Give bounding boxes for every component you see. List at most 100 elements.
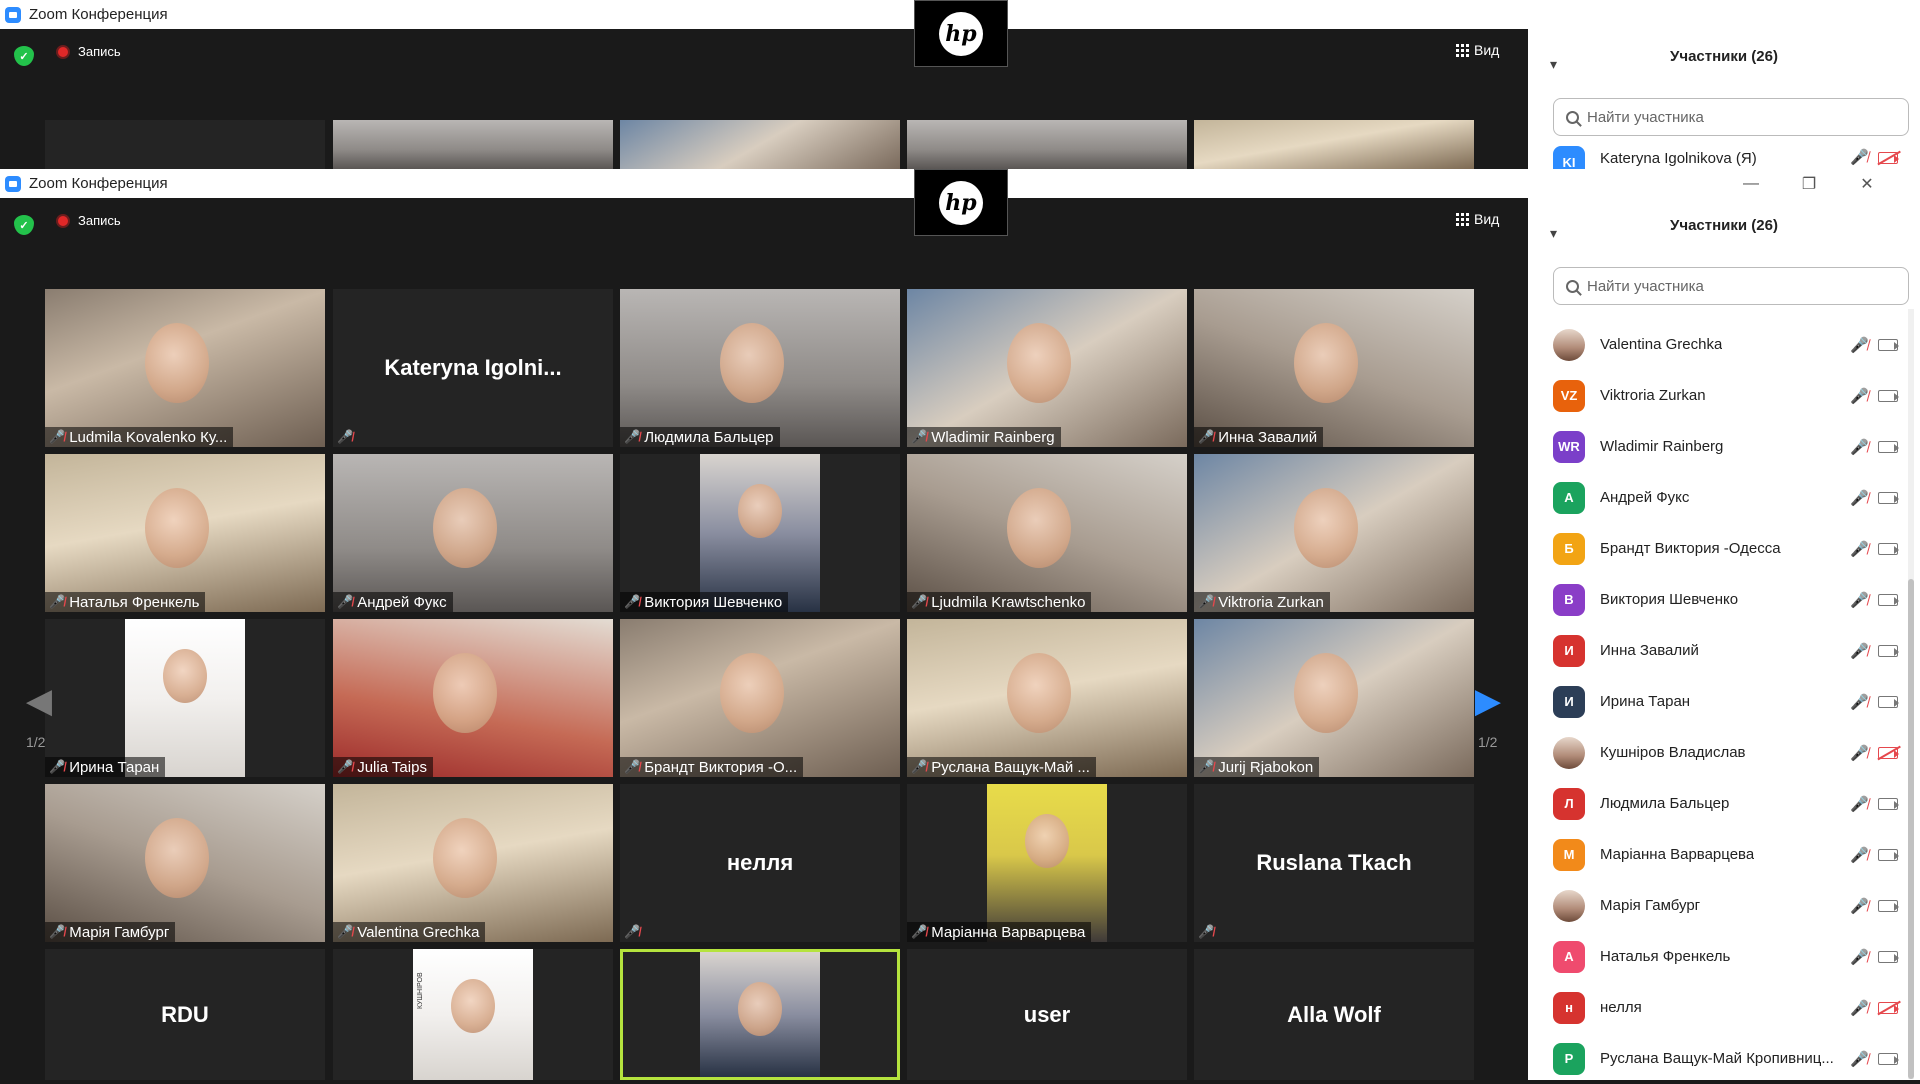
mic-muted-icon[interactable]: 🎤̸ bbox=[1850, 948, 1869, 966]
video-tile[interactable]: Ruslana Tkach 🎤̸ bbox=[1194, 784, 1474, 942]
participant-row[interactable]: Р Руслана Ващук-Май Кропивниц... 🎤̸ bbox=[1528, 1033, 1908, 1084]
mic-muted-icon: 🎤̸ bbox=[49, 429, 66, 444]
mic-muted-icon[interactable]: 🎤̸ bbox=[1850, 642, 1869, 660]
video-tile[interactable] bbox=[620, 120, 900, 169]
mic-muted-icon[interactable]: 🎤̸ bbox=[1850, 744, 1869, 762]
camera-icon[interactable] bbox=[1878, 1052, 1899, 1065]
mic-muted-icon[interactable]: 🎤̸ bbox=[1850, 540, 1869, 558]
camera-icon[interactable] bbox=[1878, 644, 1899, 657]
video-tile[interactable]: 🎤̸ Руслана Ващук-Май ... bbox=[907, 619, 1187, 777]
previous-page-arrow-icon[interactable]: ◀ bbox=[20, 679, 58, 723]
video-tile[interactable]: 🎤̸ Андрей Фукс bbox=[333, 454, 613, 612]
participant-row[interactable]: А Наталья Френкель 🎤̸ bbox=[1528, 931, 1908, 982]
video-tile[interactable]: КУШНІРОВ bbox=[333, 949, 613, 1080]
video-tile[interactable]: нелля 🎤̸ bbox=[620, 784, 900, 942]
mic-muted-icon[interactable]: 🎤̸ bbox=[1850, 438, 1869, 456]
mic-muted-icon[interactable]: 🎤̸ bbox=[1850, 1050, 1869, 1068]
video-tile[interactable] bbox=[333, 120, 613, 169]
participant-name: Людмила Бальцер bbox=[1600, 795, 1730, 812]
participant-row[interactable]: Б Брандт Виктория -Одесса 🎤̸ bbox=[1528, 523, 1908, 574]
video-tile[interactable]: user bbox=[907, 949, 1187, 1080]
participant-face bbox=[433, 488, 497, 568]
video-tile[interactable]: 🎤̸ Ирина Таран bbox=[45, 619, 325, 777]
video-tile[interactable] bbox=[45, 120, 325, 169]
view-button[interactable]: Вид bbox=[1456, 42, 1499, 58]
page-indicator-right: 1/2 bbox=[1478, 734, 1498, 750]
mic-muted-icon[interactable]: 🎤̸ bbox=[1850, 489, 1869, 507]
camera-icon[interactable] bbox=[1878, 899, 1899, 912]
camera-icon[interactable] bbox=[1878, 695, 1899, 708]
mic-muted-icon[interactable]: 🎤̸ bbox=[1850, 591, 1869, 609]
video-tile[interactable]: 🎤̸ Jurij Rjabokon bbox=[1194, 619, 1474, 777]
view-button[interactable]: Вид bbox=[1456, 211, 1499, 227]
participant-name: Руслана Ващук-Май ... bbox=[931, 758, 1090, 776]
video-tile[interactable]: Kateryna Igolni... 🎤̸ bbox=[333, 289, 613, 447]
recording-indicator[interactable]: Запись bbox=[56, 213, 121, 228]
video-tile[interactable]: 🎤̸ Маріанна Варварцева bbox=[907, 784, 1187, 942]
video-tile[interactable]: 🎤̸ Wladimir Rainberg bbox=[907, 289, 1187, 447]
participant-row[interactable]: И Ирина Таран 🎤̸ bbox=[1528, 676, 1908, 727]
restore-icon[interactable]: ❐ bbox=[1781, 169, 1837, 198]
camera-icon[interactable] bbox=[1878, 491, 1899, 504]
participant-row[interactable]: Кушніров Владислав 🎤̸ bbox=[1528, 727, 1908, 778]
video-tile[interactable]: 🎤̸ Людмила Бальцер bbox=[620, 289, 900, 447]
close-icon[interactable]: ✕ bbox=[1839, 169, 1895, 198]
video-tile[interactable]: RDU bbox=[45, 949, 325, 1080]
camera-icon[interactable] bbox=[1878, 440, 1899, 453]
mic-muted-icon[interactable]: 🎤̸ bbox=[1850, 846, 1869, 864]
minimize-icon[interactable]: — bbox=[1723, 169, 1779, 198]
camera-icon[interactable] bbox=[1878, 797, 1899, 810]
video-tile[interactable] bbox=[907, 120, 1187, 169]
video-tile[interactable]: 🎤̸ Брандт Виктория -О... bbox=[620, 619, 900, 777]
security-shield-icon[interactable]: ✓ bbox=[14, 215, 34, 235]
mic-muted-icon[interactable]: 🎤̸ bbox=[1850, 795, 1869, 813]
video-tile[interactable]: 🎤̸ Инна Завалий bbox=[1194, 289, 1474, 447]
mic-muted-icon[interactable]: 🎤̸ bbox=[1850, 999, 1869, 1017]
mic-muted-icon[interactable]: 🎤̸ bbox=[1850, 148, 1869, 166]
scrollbar-thumb[interactable] bbox=[1908, 579, 1914, 1079]
participant-row[interactable]: Valentina Grechka 🎤̸ bbox=[1528, 319, 1908, 370]
camera-icon[interactable] bbox=[1878, 338, 1899, 351]
camera-icon[interactable] bbox=[1878, 593, 1899, 606]
security-shield-icon[interactable]: ✓ bbox=[14, 46, 34, 66]
video-tile[interactable]: 🎤̸ Julia Taips bbox=[333, 619, 613, 777]
next-page-arrow-icon[interactable]: ▶ bbox=[1469, 679, 1507, 723]
video-tile[interactable] bbox=[1194, 120, 1474, 169]
camera-off-icon[interactable] bbox=[1878, 152, 1899, 164]
participant-row[interactable]: А Андрей Фукс 🎤̸ bbox=[1528, 472, 1908, 523]
video-tile[interactable]: 🎤̸ Valentina Grechka bbox=[333, 784, 613, 942]
participant-row[interactable]: В Виктория Шевченко 🎤̸ bbox=[1528, 574, 1908, 625]
participant-row[interactable]: Л Людмила Бальцер 🎤̸ bbox=[1528, 778, 1908, 829]
camera-icon[interactable] bbox=[1878, 848, 1899, 861]
video-tile[interactable]: 🎤̸ Виктория Шевченко bbox=[620, 454, 900, 612]
video-tile[interactable]: 🎤̸ Наталья Френкель bbox=[45, 454, 325, 612]
participant-name: Valentina Grechka bbox=[1600, 336, 1723, 353]
camera-icon[interactable] bbox=[1878, 950, 1899, 963]
camera-icon[interactable] bbox=[1878, 389, 1899, 402]
participant-row[interactable]: Марія Гамбург 🎤̸ bbox=[1528, 880, 1908, 931]
video-tile[interactable] bbox=[620, 949, 900, 1080]
participant-search-input[interactable]: Найти участника bbox=[1553, 267, 1909, 305]
participant-row[interactable]: VZ Viktroria Zurkan 🎤̸ bbox=[1528, 370, 1908, 421]
video-tile[interactable]: 🎤̸ Марія Гамбург bbox=[45, 784, 325, 942]
participant-name: Viktroria Zurkan bbox=[1218, 593, 1324, 611]
mic-muted-icon[interactable]: 🎤̸ bbox=[1850, 387, 1869, 405]
mic-muted-icon[interactable]: 🎤̸ bbox=[1850, 336, 1869, 354]
camera-off-icon[interactable] bbox=[1878, 1001, 1899, 1014]
mic-muted-icon[interactable]: 🎤̸ bbox=[1850, 897, 1869, 915]
video-tile[interactable]: 🎤̸ Ljudmila Krawtschenko bbox=[907, 454, 1187, 612]
participant-name: Viktroria Zurkan bbox=[1600, 387, 1706, 404]
video-tile[interactable]: Alla Wolf bbox=[1194, 949, 1474, 1080]
participant-row[interactable]: н нелля 🎤̸ bbox=[1528, 982, 1908, 1033]
participant-row[interactable]: WR Wladimir Rainberg 🎤̸ bbox=[1528, 421, 1908, 472]
participant-row[interactable]: М Маріанна Варварцева 🎤̸ bbox=[1528, 829, 1908, 880]
camera-off-icon[interactable] bbox=[1878, 746, 1899, 759]
camera-icon[interactable] bbox=[1878, 542, 1899, 555]
video-tile[interactable]: 🎤̸ Viktroria Zurkan bbox=[1194, 454, 1474, 612]
avatar: Р bbox=[1553, 1042, 1585, 1075]
video-tile[interactable]: 🎤̸ Ludmila Kovalenko Ку... bbox=[45, 289, 325, 447]
mic-muted-icon[interactable]: 🎤̸ bbox=[1850, 693, 1869, 711]
recording-indicator[interactable]: Запись bbox=[56, 44, 121, 59]
participant-row[interactable]: И Инна Завалий 🎤̸ bbox=[1528, 625, 1908, 676]
participant-search-input[interactable]: Найти участника bbox=[1553, 98, 1909, 136]
